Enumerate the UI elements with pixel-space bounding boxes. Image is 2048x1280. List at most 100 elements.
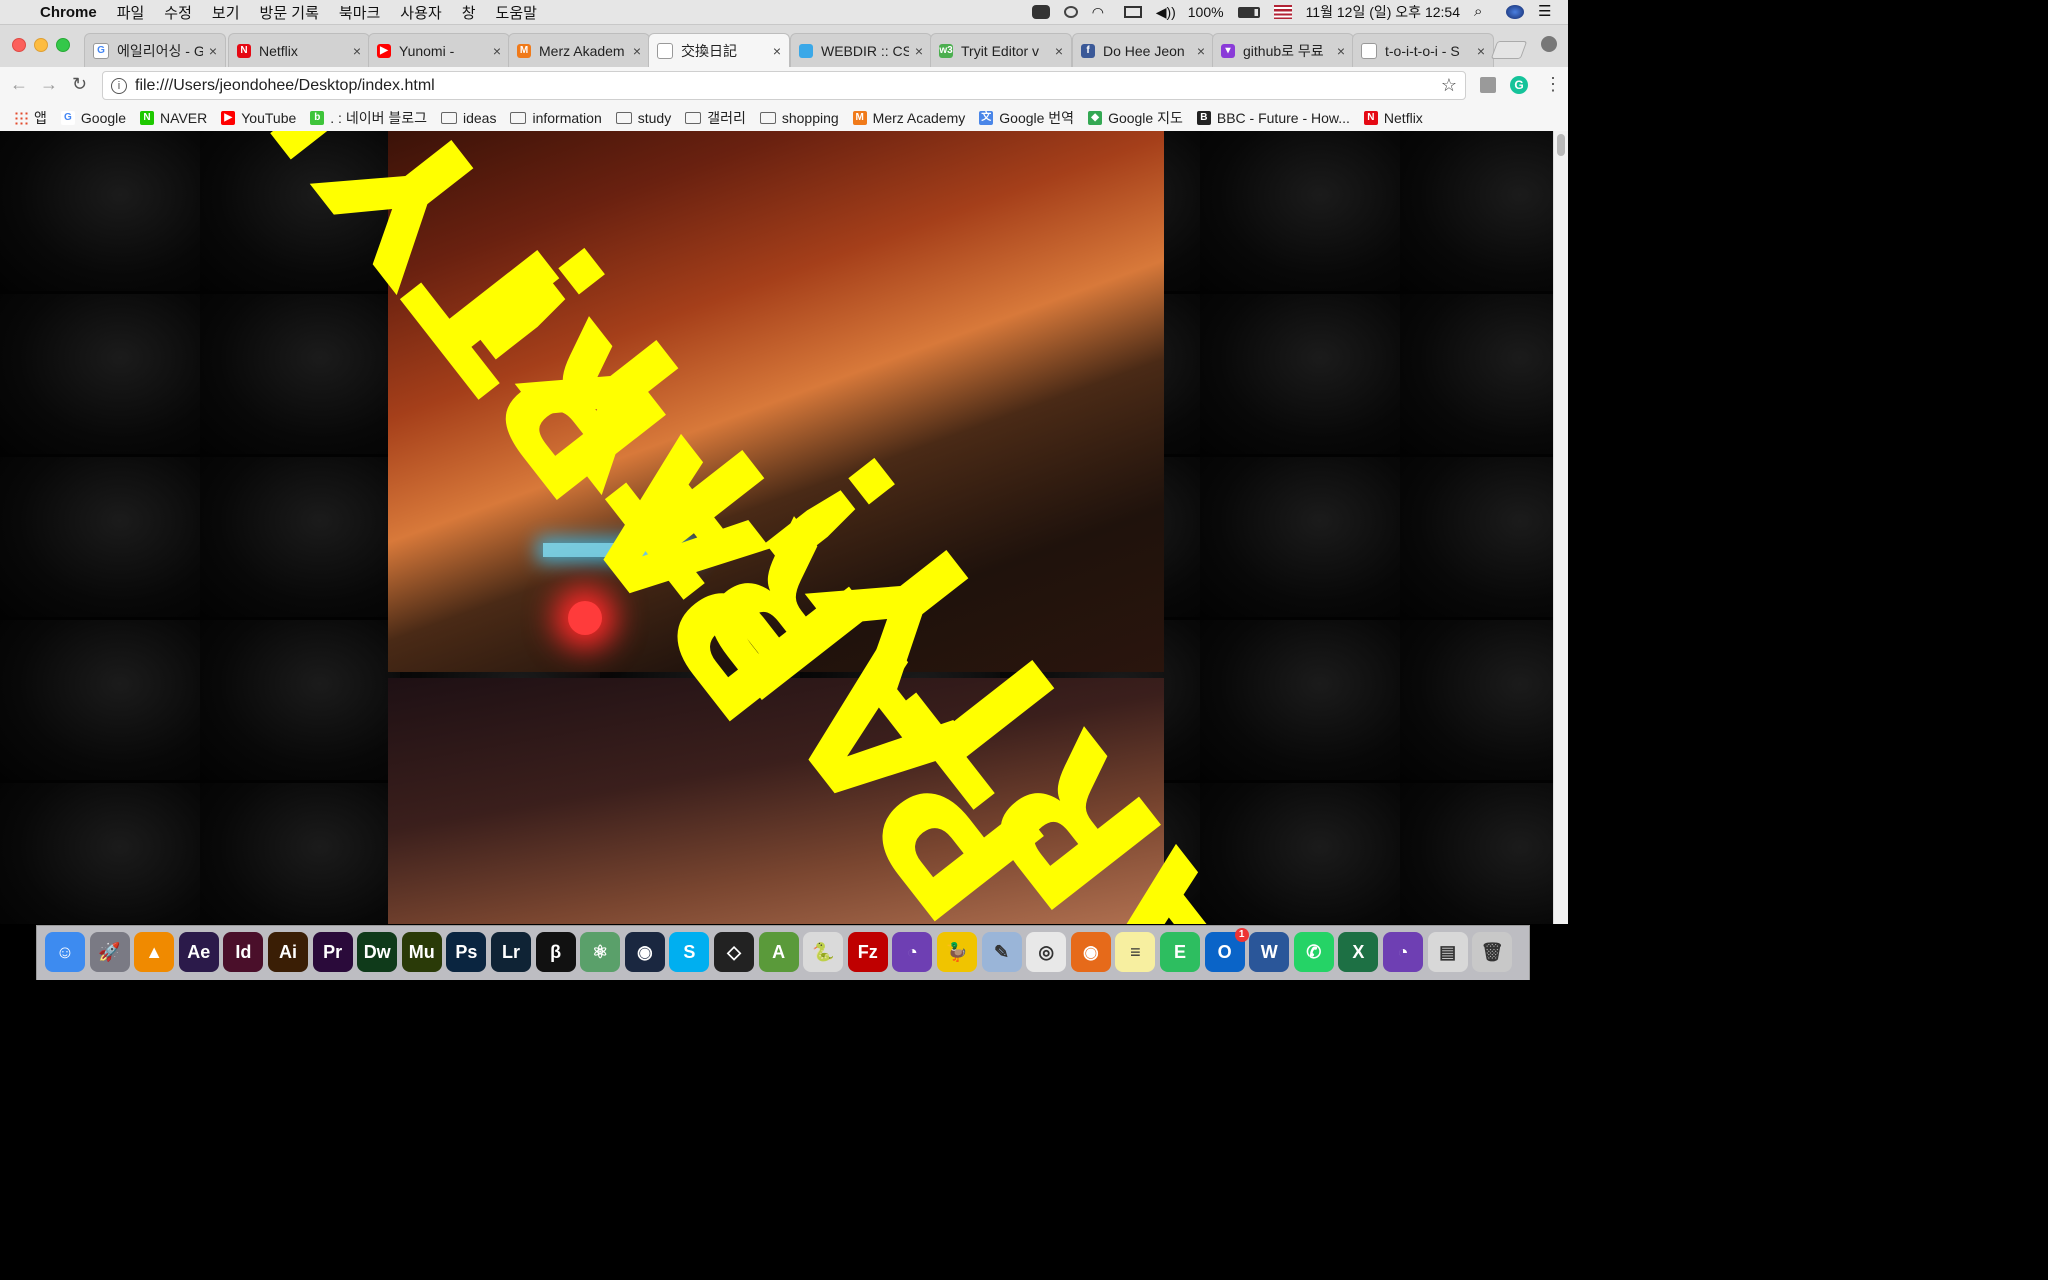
outlook-icon[interactable]: O1 <box>1204 928 1249 972</box>
datetime[interactable]: 11월 12일 (일) 오후 12:54 <box>1306 2 1460 22</box>
skype-icon[interactable]: S <box>669 932 710 972</box>
menu-edit[interactable]: 수정 <box>164 2 192 23</box>
illustrator-icon[interactable]: Ai <box>268 932 308 972</box>
page-scrollbar[interactable] <box>1553 131 1568 924</box>
bookmark-10[interactable]: M Merz Academy <box>852 110 965 126</box>
finder-icon[interactable]: ☺ <box>45 932 85 972</box>
extension-icon[interactable] <box>1480 77 1496 93</box>
tab-close-icon[interactable]: × <box>1197 43 1205 59</box>
forward-button[interactable]: → <box>40 74 58 95</box>
user-avatar-icon[interactable] <box>1506 5 1524 19</box>
premiere-icon[interactable]: Pr <box>312 932 353 972</box>
scrollbar-thumb[interactable] <box>1557 134 1565 156</box>
creative-cloud-status-icon[interactable] <box>1063 6 1078 18</box>
android-studio-icon[interactable]: A <box>758 932 799 972</box>
excel-icon[interactable]: X <box>1338 932 1379 972</box>
bookmark-12[interactable]: ◆ Google 지도 <box>1088 108 1183 128</box>
bookmark-2[interactable]: N NAVER <box>140 110 207 126</box>
tab-1[interactable]: N Netflix × <box>228 33 370 67</box>
menu-file[interactable]: 파일 <box>117 2 145 23</box>
app-menu-chrome[interactable]: Chrome <box>40 4 97 21</box>
notification-center-icon[interactable]: ☰ <box>1538 4 1556 19</box>
tab-7[interactable]: f Do Hee Jeon × <box>1072 33 1214 67</box>
launchpad-icon[interactable]: 🚀 <box>89 932 130 972</box>
tab-close-icon[interactable]: × <box>1055 43 1063 59</box>
tab-close-icon[interactable]: × <box>493 43 501 59</box>
menu-window[interactable]: 창 <box>462 2 476 23</box>
bookmark-7[interactable]: study <box>615 110 671 126</box>
p5-icon[interactable]: β <box>535 932 576 972</box>
tab-close-icon[interactable]: × <box>773 43 781 59</box>
bookmark-1[interactable]: G Google <box>60 110 126 126</box>
filezilla-icon[interactable]: Fz <box>847 932 888 972</box>
site-info-icon[interactable]: i <box>111 77 127 94</box>
volume-icon[interactable]: ◀)) <box>1156 5 1176 19</box>
url-text[interactable]: file:///Users/jeondohee/Desktop/index.ht… <box>135 77 435 95</box>
preview-icon[interactable]: ✎ <box>981 932 1022 972</box>
chrome-icon[interactable]: ◎ <box>1026 932 1067 972</box>
bookmark-13[interactable]: B BBC - Future - How... <box>1196 110 1350 126</box>
bookmark-11[interactable]: 文 Google 번역 <box>979 108 1074 128</box>
bookmark-0[interactable]: 앱 <box>14 108 47 128</box>
cinema4d-icon[interactable]: ◉ <box>624 932 665 972</box>
menu-people[interactable]: 사용자 <box>400 2 441 23</box>
notes-icon[interactable]: ≡ <box>1115 932 1156 972</box>
excel-doc-icon[interactable]: ▤ <box>1427 932 1468 972</box>
tab-9[interactable]: t-o-i-t-o-i - S × <box>1352 33 1494 67</box>
tab-close-icon[interactable]: × <box>633 43 641 59</box>
reload-button[interactable]: ↻ <box>72 74 87 95</box>
menu-history[interactable]: 방문 기록 <box>260 2 319 23</box>
cyberduck-icon[interactable]: 🦆 <box>937 932 977 972</box>
bookmark-8[interactable]: 갤러리 <box>685 108 746 128</box>
trash-icon[interactable]: 🗑 <box>1472 932 1513 972</box>
tab-close-icon[interactable]: × <box>1337 43 1345 59</box>
back-button[interactable]: ← <box>10 74 28 95</box>
bookmark-6[interactable]: information <box>510 110 602 126</box>
tab-close-icon[interactable]: × <box>1477 43 1485 59</box>
whatsapp-icon[interactable]: ✆ <box>1293 932 1334 972</box>
tab-close-icon[interactable]: × <box>353 43 361 59</box>
tab-close-icon[interactable]: × <box>915 43 923 59</box>
tab-3[interactable]: M Merz Akadem × <box>508 33 650 67</box>
tab-close-icon[interactable]: × <box>209 43 217 59</box>
unity-icon[interactable]: ◇ <box>714 932 754 972</box>
airplay-icon[interactable] <box>1123 6 1142 18</box>
after-effects-icon[interactable]: Ae <box>178 932 219 972</box>
indesign-icon[interactable]: Id <box>223 932 264 972</box>
evernote-status-icon[interactable] <box>1031 5 1050 19</box>
window-close-button[interactable] <box>12 38 26 52</box>
tab-8[interactable]: ▾ github로 무료 × <box>1212 33 1354 67</box>
word-icon[interactable]: W <box>1249 932 1290 972</box>
new-tab-button[interactable] <box>1490 41 1528 59</box>
profile-icon[interactable] <box>1541 36 1557 52</box>
github-desktop-icon[interactable]: ◔ <box>892 932 933 972</box>
evernote-icon[interactable]: E <box>1160 932 1200 972</box>
battery-icon[interactable] <box>1237 6 1260 18</box>
menu-bookmarks[interactable]: 북마크 <box>339 2 380 23</box>
github-icon[interactable]: ◔ <box>1383 932 1423 972</box>
address-bar[interactable]: i file:///Users/jeondohee/Desktop/index.… <box>102 71 1466 100</box>
tab-0[interactable]: G 에일리어싱 - G × <box>84 33 226 67</box>
wifi-icon[interactable]: ◠ <box>1092 5 1110 19</box>
tab-6[interactable]: w3 Tryit Editor v × <box>930 33 1072 67</box>
tab-2[interactable]: ▶ Yunomi - × <box>368 33 510 67</box>
bookmark-5[interactable]: ideas <box>441 110 496 126</box>
bookmark-4[interactable]: b . : 네이버 블로그 <box>310 108 427 128</box>
window-zoom-button[interactable] <box>56 38 70 52</box>
tab-4[interactable]: 交換日記 × <box>648 33 790 67</box>
bookmark-star-icon[interactable]: ☆ <box>1441 75 1457 96</box>
tab-5[interactable]: WEBDIR :: CS × <box>790 33 932 67</box>
python-launcher-icon[interactable]: 🐍 <box>803 932 844 972</box>
bookmark-3[interactable]: ▶ YouTube <box>221 110 296 126</box>
spotlight-search-icon[interactable]: ⌕ <box>1474 4 1492 19</box>
menu-view[interactable]: 보기 <box>212 2 240 23</box>
grammarly-icon[interactable]: G <box>1510 76 1528 94</box>
lightroom-icon[interactable]: Lr <box>491 932 531 972</box>
bookmark-9[interactable]: shopping <box>759 110 839 126</box>
photoshop-icon[interactable]: Ps <box>446 932 487 972</box>
firefox-icon[interactable]: ◉ <box>1070 932 1111 972</box>
atom-icon[interactable]: ⚛ <box>580 932 621 972</box>
muse-icon[interactable]: Mu <box>401 932 442 972</box>
us-flag-icon[interactable] <box>1273 5 1292 19</box>
vlc-icon[interactable]: ▲ <box>134 932 175 972</box>
